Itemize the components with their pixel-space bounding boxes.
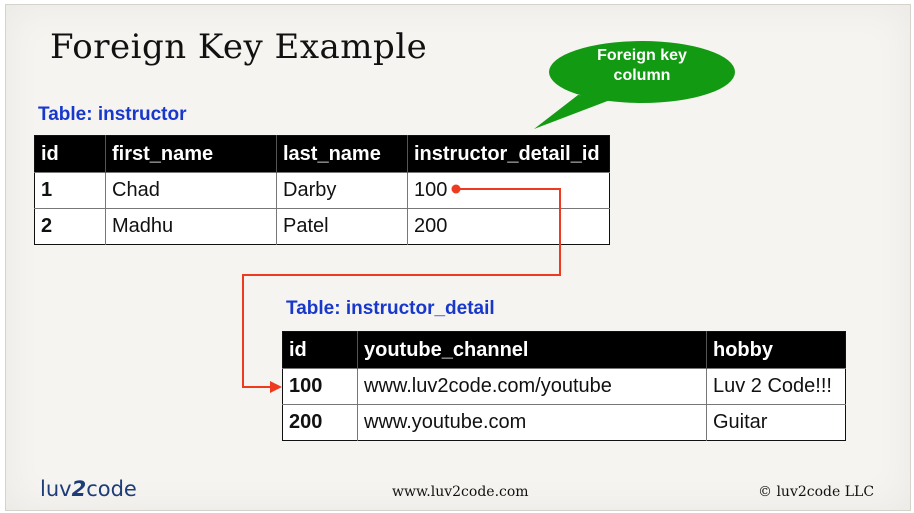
slide: Foreign Key Example Foreign key column T… (5, 4, 911, 511)
connector-line (242, 188, 561, 388)
footer-copyright: © luv2code LLC (758, 484, 875, 500)
arrowhead-icon (270, 381, 282, 393)
luv2code-logo: luv2code (40, 477, 137, 501)
footer-url: www.luv2code.com (392, 484, 529, 500)
foreign-key-connector (242, 184, 561, 393)
